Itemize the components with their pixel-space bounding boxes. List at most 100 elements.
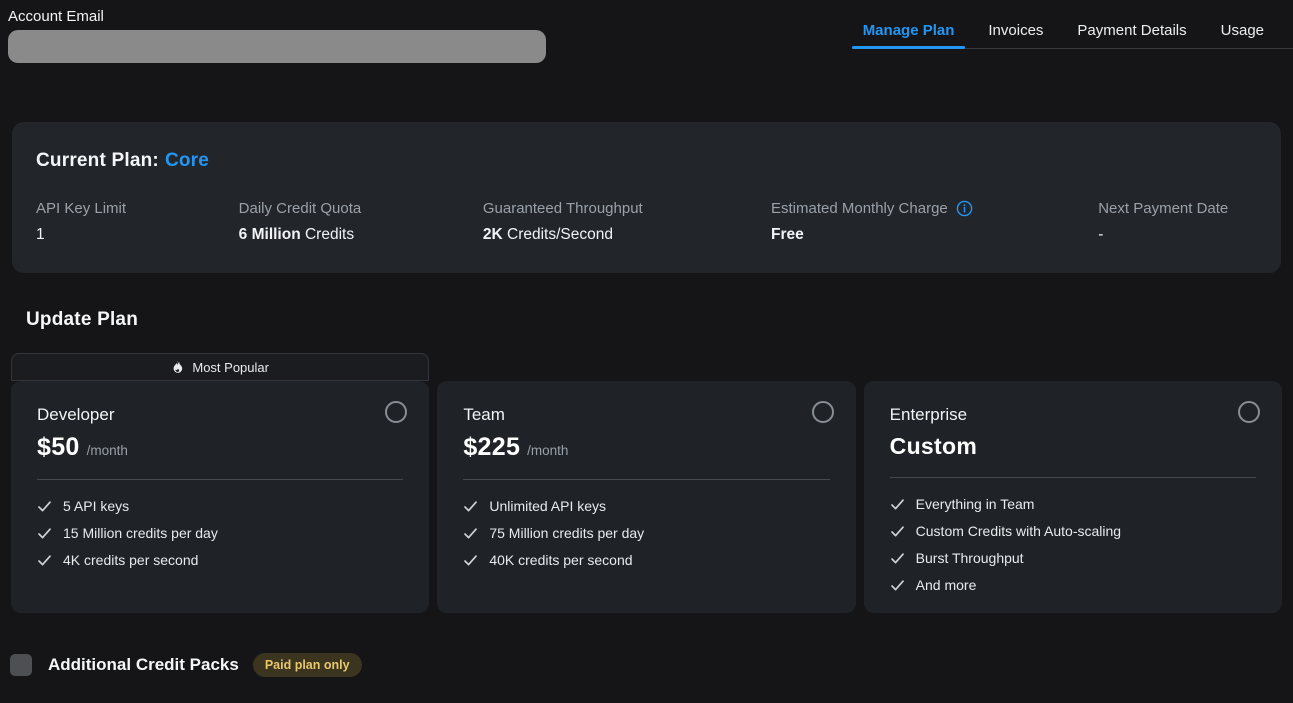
tab-invoices[interactable]: Invoices bbox=[988, 22, 1043, 39]
stat-value-rest: Credits/Second bbox=[503, 226, 613, 243]
plans-grid: Most Popular Developer $50 /month 5 API … bbox=[11, 353, 1282, 613]
plan-price-row: $225 /month bbox=[463, 433, 829, 462]
current-plan-heading: Current Plan: Core bbox=[36, 150, 1257, 172]
stat-label: Next Payment Date bbox=[1098, 200, 1247, 217]
current-plan-name: Core bbox=[165, 150, 209, 171]
current-plan-stats: API Key Limit 1 Daily Credit Quota 6 Mil… bbox=[36, 200, 1257, 244]
flame-icon bbox=[171, 360, 184, 374]
plan-feature: Unlimited API keys bbox=[463, 498, 829, 514]
billing-tabs: Manage Plan Invoices Payment Details Usa… bbox=[852, 0, 1293, 49]
plan-price-row: Custom bbox=[890, 433, 1256, 460]
tab-payment-details[interactable]: Payment Details bbox=[1077, 22, 1186, 39]
account-email-label: Account Email bbox=[8, 8, 546, 25]
stat-label: Guaranteed Throughput bbox=[483, 200, 761, 217]
plan-price: Custom bbox=[890, 433, 977, 460]
most-popular-banner: Most Popular bbox=[11, 353, 429, 381]
plan-spacer bbox=[437, 353, 855, 381]
plan-feature: Everything in Team bbox=[890, 496, 1256, 512]
stat-value-rest: Credits bbox=[301, 226, 354, 243]
page-header: Account Email Manage Plan Invoices Payme… bbox=[0, 0, 1293, 70]
stat-label: Estimated Monthly Charge bbox=[771, 200, 1088, 217]
additional-credit-packs-row: Additional Credit Packs Paid plan only bbox=[10, 653, 1293, 677]
check-icon bbox=[463, 553, 478, 568]
check-icon bbox=[37, 499, 52, 514]
tab-usage[interactable]: Usage bbox=[1221, 22, 1264, 39]
stat-value: Free bbox=[771, 226, 1088, 244]
stat-value-strong: Free bbox=[771, 226, 804, 243]
plan-column-developer: Most Popular Developer $50 /month 5 API … bbox=[11, 353, 429, 613]
stat-label: API Key Limit bbox=[36, 200, 229, 217]
stat-value: - bbox=[1098, 226, 1247, 244]
check-icon bbox=[890, 578, 905, 593]
check-icon bbox=[37, 526, 52, 541]
check-icon bbox=[463, 499, 478, 514]
plan-feature: And more bbox=[890, 577, 1256, 593]
plan-column-team: Team $225 /month Unlimited API keys 75 M… bbox=[437, 353, 855, 613]
stat-daily-credit-quota: Daily Credit Quota 6 Million Credits bbox=[239, 200, 483, 244]
stat-value-rest: 1 bbox=[36, 226, 45, 243]
plan-column-enterprise: Enterprise Custom Everything in Team Cus… bbox=[864, 353, 1282, 613]
current-plan-heading-prefix: Current Plan: bbox=[36, 150, 159, 171]
plan-price: $50 bbox=[37, 433, 80, 462]
feature-text: Burst Throughput bbox=[916, 550, 1024, 566]
check-icon bbox=[37, 553, 52, 568]
plan-feature: Burst Throughput bbox=[890, 550, 1256, 566]
feature-text: And more bbox=[916, 577, 977, 593]
feature-text: 40K credits per second bbox=[489, 552, 632, 568]
stat-value-strong: 6 Million bbox=[239, 226, 301, 243]
update-plan-heading: Update Plan bbox=[26, 309, 1293, 331]
plan-feature: 15 Million credits per day bbox=[37, 525, 403, 541]
stat-guaranteed-throughput: Guaranteed Throughput 2K Credits/Second bbox=[483, 200, 771, 244]
plan-card-developer[interactable]: Developer $50 /month 5 API keys 15 Milli… bbox=[11, 381, 429, 613]
stat-value: 1 bbox=[36, 226, 229, 244]
plan-name: Team bbox=[463, 405, 829, 425]
most-popular-label: Most Popular bbox=[192, 360, 269, 375]
plan-name: Developer bbox=[37, 405, 403, 425]
plan-radio-team[interactable] bbox=[812, 401, 834, 423]
tab-manage-plan[interactable]: Manage Plan bbox=[863, 22, 955, 39]
info-circle-icon[interactable] bbox=[956, 200, 973, 217]
plan-period: /month bbox=[87, 443, 128, 458]
plan-feature: 40K credits per second bbox=[463, 552, 829, 568]
feature-text: 15 Million credits per day bbox=[63, 525, 218, 541]
feature-text: Unlimited API keys bbox=[489, 498, 606, 514]
feature-text: 4K credits per second bbox=[63, 552, 198, 568]
plan-feature: 75 Million credits per day bbox=[463, 525, 829, 541]
stat-next-payment-date: Next Payment Date - bbox=[1098, 200, 1257, 244]
stat-estimated-monthly-charge: Estimated Monthly Charge Free bbox=[771, 200, 1098, 244]
check-icon bbox=[890, 524, 905, 539]
stat-value: 6 Million Credits bbox=[239, 226, 473, 244]
paid-plan-only-badge: Paid plan only bbox=[253, 653, 362, 677]
plan-divider bbox=[37, 479, 403, 480]
plan-feature: Custom Credits with Auto-scaling bbox=[890, 523, 1256, 539]
stat-api-key-limit: API Key Limit 1 bbox=[36, 200, 239, 244]
credit-packs-checkbox[interactable] bbox=[10, 654, 32, 676]
feature-text: 75 Million credits per day bbox=[489, 525, 644, 541]
plan-radio-enterprise[interactable] bbox=[1238, 401, 1260, 423]
check-icon bbox=[463, 526, 478, 541]
stat-value: 2K Credits/Second bbox=[483, 226, 761, 244]
plan-radio-developer[interactable] bbox=[385, 401, 407, 423]
current-plan-card: Current Plan: Core API Key Limit 1 Daily … bbox=[12, 122, 1281, 273]
plan-feature: 4K credits per second bbox=[37, 552, 403, 568]
plan-price-row: $50 /month bbox=[37, 433, 403, 462]
plan-spacer bbox=[864, 353, 1282, 381]
plan-divider bbox=[890, 477, 1256, 478]
check-icon bbox=[890, 551, 905, 566]
plan-card-enterprise[interactable]: Enterprise Custom Everything in Team Cus… bbox=[864, 381, 1282, 613]
feature-text: Custom Credits with Auto-scaling bbox=[916, 523, 1121, 539]
account-email-block: Account Email bbox=[0, 0, 546, 63]
stat-value-rest: - bbox=[1098, 226, 1103, 243]
plan-period: /month bbox=[527, 443, 568, 458]
plan-card-team[interactable]: Team $225 /month Unlimited API keys 75 M… bbox=[437, 381, 855, 613]
stat-label: Daily Credit Quota bbox=[239, 200, 473, 217]
check-icon bbox=[890, 497, 905, 512]
stat-label-text: Estimated Monthly Charge bbox=[771, 200, 948, 217]
account-email-input[interactable] bbox=[8, 30, 546, 63]
feature-text: Everything in Team bbox=[916, 496, 1035, 512]
stat-value-strong: 2K bbox=[483, 226, 503, 243]
feature-text: 5 API keys bbox=[63, 498, 129, 514]
plan-feature: 5 API keys bbox=[37, 498, 403, 514]
credit-packs-title: Additional Credit Packs bbox=[48, 655, 239, 675]
plan-divider bbox=[463, 479, 829, 480]
